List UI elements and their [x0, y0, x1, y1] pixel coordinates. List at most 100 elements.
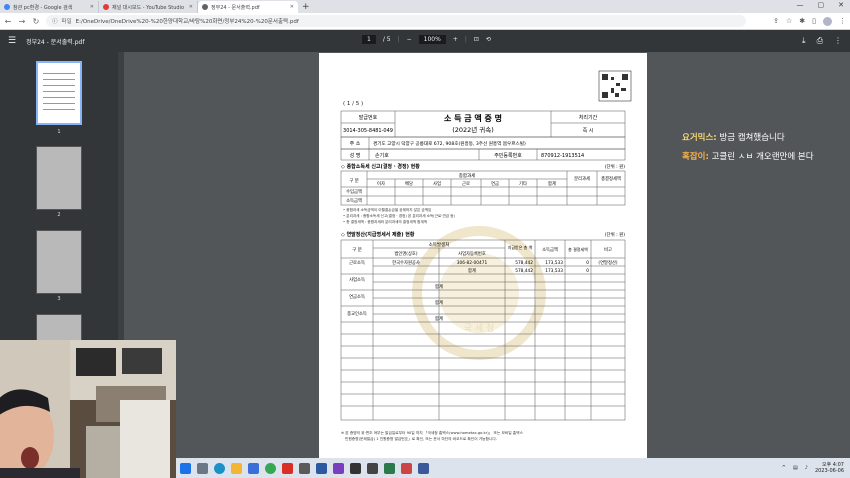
processing-value: 즉 시: [583, 128, 594, 134]
s1-header-category: 구 분: [349, 178, 359, 184]
s1-row-income: 소득금액: [346, 197, 362, 204]
info-icon: ⓘ: [52, 19, 58, 25]
print-icon[interactable]: ⎙: [817, 36, 823, 46]
url-text[interactable]: E:/OneDrive/OneDrive%20-%20한양대학교/바탕%20화면…: [76, 17, 299, 25]
name-value: 손기호: [375, 152, 389, 159]
section1-title: ◇ 종합소득세 신고(결정 · 경정) 현황: [341, 163, 420, 170]
chat-text: 방금 캡쳐했습니다: [716, 133, 785, 143]
thumbnail-page-2[interactable]: [36, 146, 82, 210]
window-controls: — ▢ ✕: [791, 0, 850, 10]
app-icon[interactable]: [299, 462, 310, 474]
forward-icon[interactable]: →: [18, 17, 26, 26]
back-icon[interactable]: ←: [4, 17, 12, 26]
download-icon[interactable]: ⤓: [802, 36, 806, 46]
toolbar-icons: ⇪ ☆ ✱ ▯ ⋮: [773, 16, 846, 26]
scheme-label: 파일: [61, 19, 72, 25]
tab-label: 채널 대시보드 - YouTube Studio: [112, 4, 185, 11]
s2-type-business: 사업소득: [349, 276, 365, 283]
fit-page-icon[interactable]: ⊡: [474, 36, 479, 43]
minimize-button[interactable]: —: [797, 1, 804, 9]
stream-chat: 요거믹스: 방금 캡쳐했습니다 혹잡이: 고클린 ㅅㅂ 개오랜만에 본다: [682, 133, 842, 171]
tab-pdf[interactable]: 정부24 - 문서출력.pdf ✕: [198, 1, 298, 13]
pdf-title: 정부24 - 문서출력.pdf: [26, 38, 85, 46]
app-icon[interactable]: [316, 462, 327, 474]
close-tab-icon[interactable]: ✕: [189, 4, 193, 10]
store-icon[interactable]: [248, 462, 259, 474]
page-number-input[interactable]: 1: [362, 35, 376, 44]
chat-username: 혹잡이:: [682, 152, 709, 162]
tab-google-search[interactable]: 참관 pc환경 - Google 검색 ✕: [0, 1, 99, 13]
rotate-icon[interactable]: ⟲: [486, 36, 491, 43]
pdf-page: 국 세 청 ( 1 / 5 ) 발급번호 3014-305-8481-049 소…: [319, 53, 647, 463]
close-tab-icon[interactable]: ✕: [290, 4, 294, 10]
s1-header-combined: 종합과세: [459, 172, 476, 179]
chrome-icon[interactable]: [265, 462, 276, 474]
volume-icon[interactable]: ♪: [805, 465, 808, 471]
note: • 종합과세 소득금액이 이월결손금을 공제하지 않은 금액임: [343, 207, 431, 212]
hamburger-menu-icon[interactable]: ☰: [8, 36, 16, 46]
s2-header-source: 소득발생처: [429, 241, 450, 248]
tab-youtube-studio[interactable]: 채널 대시보드 - YouTube Studio ✕: [99, 1, 198, 13]
extensions-icon[interactable]: ✱: [799, 17, 805, 25]
page-total: / 5: [382, 36, 391, 43]
s2-cell-tax: 0: [586, 268, 589, 274]
new-tab-button[interactable]: +: [298, 1, 314, 13]
s2-header-paid: 지급받은 총 액: [508, 244, 533, 250]
s2-cell-brn: 306-82-00471: [457, 260, 488, 266]
s1-header-total-tax: 총결정세액: [601, 175, 621, 182]
app-icon[interactable]: [384, 462, 395, 474]
s2-sum-label: 합계: [435, 315, 443, 322]
close-window-button[interactable]: ✕: [838, 1, 844, 9]
app-icon[interactable]: [367, 462, 378, 474]
zoom-in-icon[interactable]: +: [453, 36, 458, 43]
clock[interactable]: 오후 4:07 2023-06-06: [815, 462, 844, 474]
zoom-input[interactable]: 100%: [418, 35, 446, 44]
thumbnail-page-1[interactable]: [36, 61, 82, 125]
webcam-overlay: [0, 340, 176, 478]
thumbnail-number: 1: [57, 129, 61, 135]
app-icon[interactable]: [333, 462, 344, 474]
page-controls: 1 / 5 | − 100% + | ⊡ ⟲: [362, 35, 491, 44]
footer-line: 민원증명(문제발급) 1 진원증명 발급번호」로 확인, 또는 문서 하단의 바…: [345, 436, 497, 441]
thumbnail-page-4[interactable]: [36, 314, 82, 342]
chat-text: 고클린 ㅅㅂ 개오랜만에 본다: [708, 152, 814, 162]
thumbnail-number: 2: [57, 212, 61, 218]
s1-sub-sum: 합계: [548, 180, 556, 187]
taskbar: ^ ▤ ♪ 오후 4:07 2023-06-06: [176, 458, 850, 478]
divider: |: [464, 36, 467, 43]
network-icon[interactable]: ▤: [793, 465, 798, 471]
s1-header-separate: 분리과세: [574, 175, 590, 182]
sidepanel-icon[interactable]: ▯: [812, 17, 816, 25]
share-icon[interactable]: ⇪: [773, 17, 779, 25]
s2-cell-type: 근로소득: [349, 260, 365, 266]
omnibox[interactable]: ⓘ 파일 E:/OneDrive/OneDrive%20-%20한양대학교/바탕…: [46, 15, 746, 27]
s2-header-brn: 사업자등록번호: [458, 250, 486, 257]
reload-icon[interactable]: ↻: [32, 17, 40, 26]
rrn-label: 주민등록번호: [494, 152, 522, 159]
more-icon[interactable]: ⋮: [834, 36, 842, 46]
s2-type-religious: 종교인소득: [347, 310, 367, 317]
app-icon[interactable]: [401, 462, 412, 474]
maximize-button[interactable]: ▢: [818, 1, 825, 9]
s2-cell-company: 한국수자원공사: [392, 259, 420, 266]
zoom-out-icon[interactable]: −: [407, 36, 412, 43]
thumbnail-page-3[interactable]: [36, 230, 82, 294]
file-explorer-icon[interactable]: [231, 462, 242, 474]
s2-cell-tax: 0: [586, 260, 589, 266]
search-icon[interactable]: [197, 462, 208, 474]
app-icon[interactable]: [282, 462, 293, 474]
star-icon[interactable]: ☆: [786, 17, 792, 25]
issue-number: 3014-305-8481-049: [343, 128, 393, 134]
document-title: 소 득 금 액 증 명: [444, 113, 502, 123]
s2-cell-income: 173,533: [545, 260, 563, 266]
start-icon[interactable]: [180, 462, 191, 474]
chevron-up-icon[interactable]: ^: [782, 465, 786, 471]
section2-title: ◇ 연말정산(지급명세서 제출) 현황: [341, 231, 415, 238]
menu-icon[interactable]: ⋮: [839, 17, 846, 25]
edge-icon[interactable]: [214, 462, 225, 474]
app-icon[interactable]: [350, 462, 361, 474]
app-icon[interactable]: [418, 462, 429, 474]
address-value: 경기도 고양시 덕양구 공릉대로 672, 908호(원흥동, 3주선 원흥역 …: [373, 140, 526, 147]
avatar[interactable]: [823, 16, 832, 26]
close-tab-icon[interactable]: ✕: [90, 4, 94, 10]
